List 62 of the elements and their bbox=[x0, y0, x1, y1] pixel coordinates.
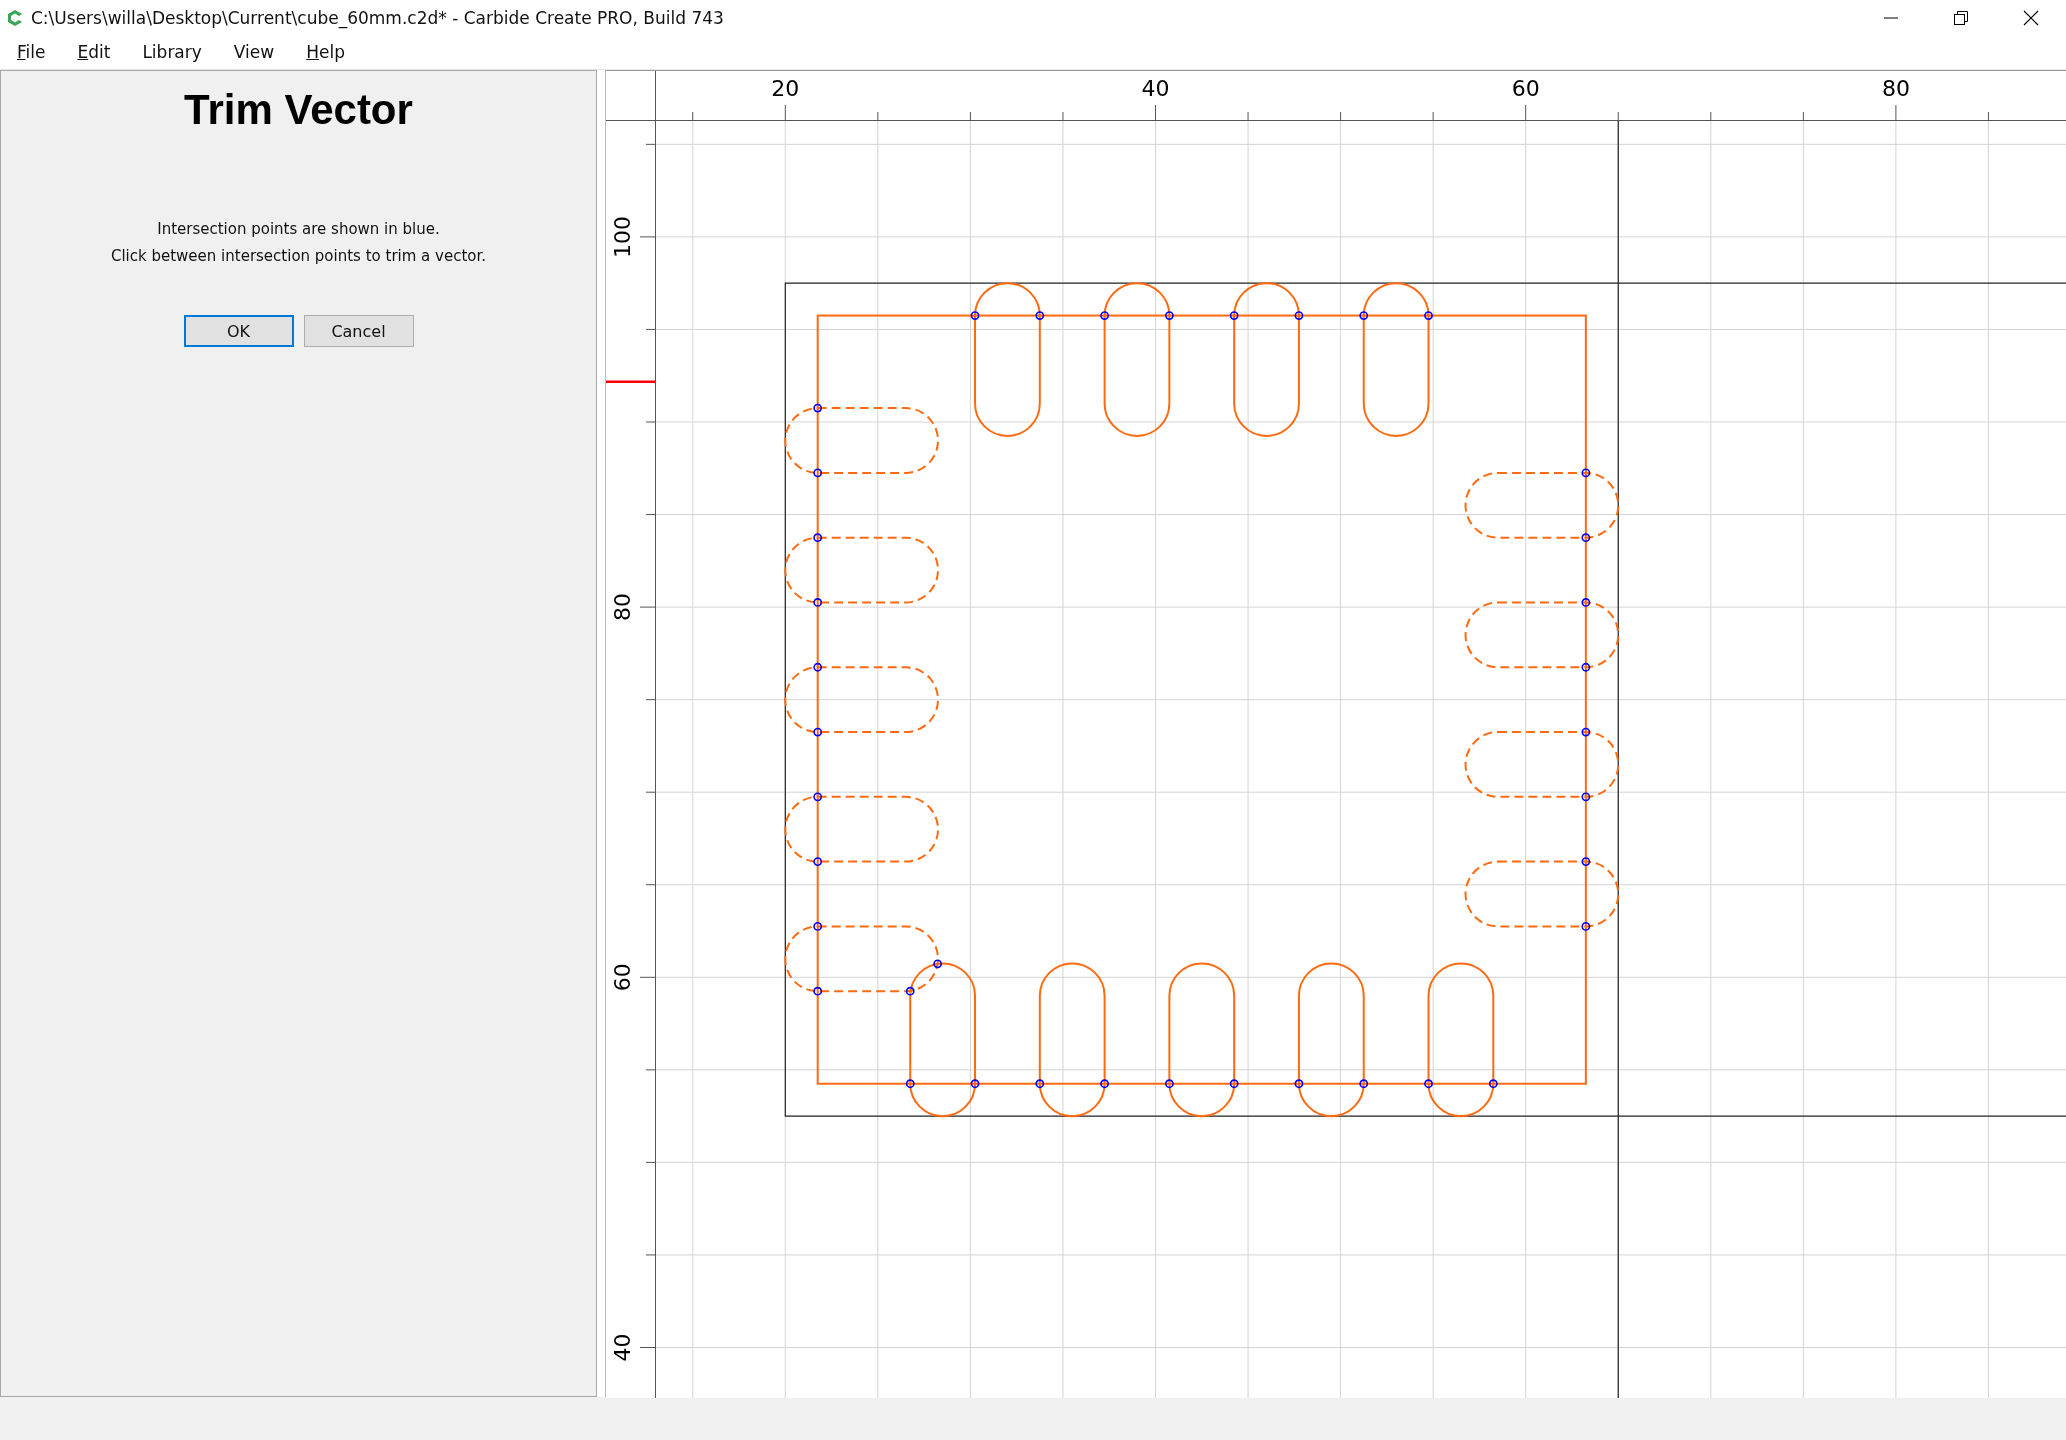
intersection-point[interactable] bbox=[1581, 468, 1591, 478]
ruler-label: 20 bbox=[771, 76, 800, 101]
intersection-point[interactable] bbox=[1165, 311, 1174, 320]
intersection-point[interactable] bbox=[813, 922, 823, 931]
menu-item[interactable]: File bbox=[7, 42, 56, 62]
intersection-point[interactable] bbox=[813, 468, 823, 478]
intersection-point[interactable] bbox=[1229, 1079, 1239, 1089]
app-logo-icon bbox=[7, 8, 23, 27]
intersection-point[interactable] bbox=[1100, 1079, 1109, 1089]
intersection-point[interactable] bbox=[1035, 311, 1045, 320]
intersection-point[interactable] bbox=[813, 533, 823, 543]
intersection-point[interactable] bbox=[905, 1079, 915, 1089]
intersection-point[interactable] bbox=[970, 1079, 980, 1089]
intersection-point[interactable] bbox=[1294, 311, 1304, 320]
ruler-label: 60 bbox=[1511, 76, 1540, 101]
minimize-icon bbox=[1884, 16, 1898, 19]
intersection-point[interactable] bbox=[1581, 662, 1591, 672]
intersection-point[interactable] bbox=[1581, 792, 1591, 802]
intersection-point[interactable] bbox=[1165, 1079, 1174, 1089]
intersection-point[interactable] bbox=[813, 662, 823, 672]
intersection-point[interactable] bbox=[1035, 1079, 1045, 1089]
intersection-point[interactable] bbox=[1581, 922, 1591, 931]
ruler-label: 40 bbox=[610, 1333, 635, 1362]
restore-icon bbox=[1953, 9, 1969, 26]
intersection-point[interactable] bbox=[1488, 1079, 1498, 1089]
ruler-label: 80 bbox=[1881, 76, 1910, 101]
intersection-point[interactable] bbox=[813, 403, 823, 413]
ruler-label: 80 bbox=[610, 593, 635, 622]
cursor-marker bbox=[606, 380, 655, 384]
intersection-point[interactable] bbox=[1229, 311, 1239, 320]
menu-item[interactable]: View bbox=[223, 42, 285, 62]
ruler-label: 100 bbox=[610, 215, 635, 258]
close-icon bbox=[2023, 9, 2039, 26]
window-title: C:\Users\willa\Desktop\Current\cube_60mm.c2d* - Carbide Create PRO, Build 743 bbox=[31, 7, 725, 28]
instruction-text: Intersection points are shown in blue. bbox=[157, 220, 440, 238]
intersection-point[interactable] bbox=[1100, 311, 1109, 320]
ruler-label: 60 bbox=[610, 963, 635, 992]
intersection-point[interactable] bbox=[1424, 311, 1433, 320]
menu-item[interactable]: Library bbox=[132, 42, 212, 62]
dialog-button[interactable]: OK bbox=[183, 315, 294, 347]
instruction-text: Click between intersection points to trim a vector. bbox=[110, 247, 487, 265]
dialog-button[interactable]: Cancel bbox=[303, 315, 414, 347]
panel-title: Trim Vector bbox=[184, 86, 413, 134]
intersection-point[interactable] bbox=[970, 311, 980, 320]
intersection-point[interactable] bbox=[1294, 1079, 1304, 1089]
intersection-point[interactable] bbox=[813, 792, 823, 802]
intersection-point[interactable] bbox=[813, 727, 823, 737]
intersection-point[interactable] bbox=[1581, 727, 1591, 737]
intersection-point[interactable] bbox=[813, 598, 823, 607]
intersection-point[interactable] bbox=[813, 857, 823, 866]
intersection-point[interactable] bbox=[1581, 598, 1591, 607]
intersection-point[interactable] bbox=[1359, 311, 1369, 320]
menu-item[interactable]: Help bbox=[296, 42, 355, 62]
intersection-point[interactable] bbox=[933, 959, 943, 969]
intersection-point[interactable] bbox=[1359, 1079, 1369, 1089]
intersection-point[interactable] bbox=[905, 986, 915, 996]
intersection-point[interactable] bbox=[1424, 1079, 1433, 1089]
ruler-label: 40 bbox=[1141, 76, 1170, 101]
intersection-point[interactable] bbox=[813, 986, 823, 996]
intersection-point[interactable] bbox=[1581, 857, 1591, 866]
intersection-point[interactable] bbox=[1581, 533, 1591, 543]
menu-item[interactable]: Edit bbox=[67, 42, 121, 62]
